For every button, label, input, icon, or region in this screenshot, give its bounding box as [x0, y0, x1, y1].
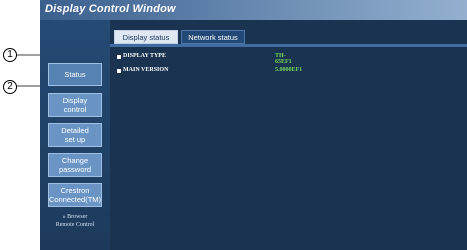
tab-display-status[interactable]: Display status: [114, 30, 178, 44]
tab-network-status[interactable]: Network status: [181, 30, 245, 44]
tab-label: Network status: [188, 32, 238, 42]
info-value: 5.0000EF1: [275, 67, 303, 73]
tab-strip: Display status Network status: [110, 26, 467, 47]
info-label: DISPLAY TYPE: [123, 53, 166, 59]
row-bullet: [117, 55, 121, 59]
sidebar-item-detailed-set-up[interactable]: Detailed set up: [48, 123, 102, 147]
info-label: MAIN VERSION: [123, 67, 169, 73]
tab-label: Display status: [122, 32, 170, 42]
sidebar-item-status[interactable]: Status: [48, 63, 102, 86]
sidebar-item-change-password[interactable]: Change password: [48, 153, 102, 177]
sidebar-item-label: Crestron Connected(TM): [48, 186, 102, 204]
sidebar-item-crestron-connected[interactable]: Crestron Connected(TM): [48, 183, 102, 207]
sidebar-item-label: Status: [64, 70, 86, 79]
sidebar-item-label: Display control: [62, 96, 88, 114]
info-value: TH-65EF1: [275, 53, 292, 65]
row-bullet: [117, 69, 121, 73]
sidebar-item-label: Change password: [58, 156, 92, 174]
window-titlebar: Display Control Window: [40, 0, 467, 20]
window-title: Display Control Window: [45, 3, 176, 15]
display-control-window: Display Control Window Status Display co…: [40, 0, 467, 250]
callout-2: 2: [3, 80, 17, 94]
browser-remote-control-link[interactable]: » Browser Remote Control: [40, 213, 110, 229]
info-row-display-type: DISPLAY TYPE TH-65EF1: [115, 53, 295, 65]
sidebar: Status Display control Detailed set up C…: [40, 20, 110, 250]
info-row-main-version: MAIN VERSION 5.0000EF1: [115, 67, 302, 76]
main-content: Display status Network status DISPLAY TY…: [110, 20, 467, 250]
sidebar-item-display-control[interactable]: Display control: [48, 93, 102, 117]
sidebar-item-label: Detailed set up: [61, 126, 89, 144]
callout-1: 1: [3, 48, 17, 62]
